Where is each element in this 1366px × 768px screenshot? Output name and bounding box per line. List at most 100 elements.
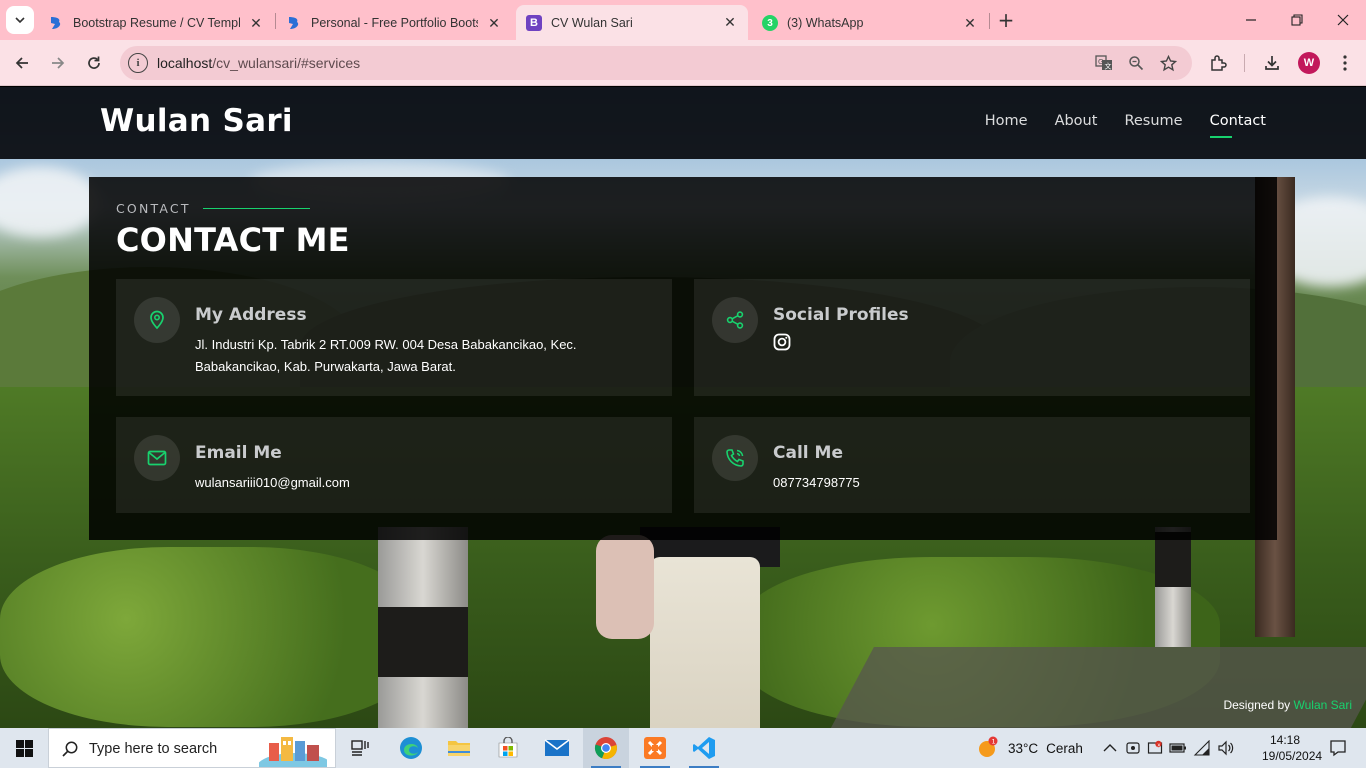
tab-cv-wulan-sari[interactable]: B CV Wulan Sari ✕ <box>516 5 748 40</box>
new-tab-button[interactable]: + <box>994 8 1018 32</box>
forward-button[interactable] <box>43 48 73 78</box>
wifi-icon[interactable] <box>1193 740 1211 756</box>
taskbar-file-explorer[interactable] <box>436 728 482 768</box>
minimize-icon <box>1246 19 1256 21</box>
security-alert-icon[interactable]: x <box>1147 740 1163 756</box>
main-nav: Home About Resume Contact <box>985 113 1266 138</box>
social-heading: Social Profiles <box>773 305 909 325</box>
section-title: CONTACT ME <box>116 221 350 259</box>
folder-icon <box>448 741 470 756</box>
address-bar[interactable]: i localhost/cv_wulansari/#services 文G <box>120 46 1192 80</box>
address-text: Jl. Industri Kp. Tabrik 2 RT.009 RW. 004… <box>195 337 577 374</box>
credits-link[interactable]: Wulan Sari <box>1294 698 1352 712</box>
svg-text:文: 文 <box>1105 62 1112 71</box>
nav-home[interactable]: Home <box>985 113 1028 129</box>
battery-icon[interactable] <box>1169 741 1187 755</box>
bootstrap-b-icon <box>286 15 302 31</box>
phone-heading: Call Me <box>773 443 843 463</box>
site-logo[interactable]: Wulan Sari <box>100 103 293 139</box>
nav-resume[interactable]: Resume <box>1124 113 1182 129</box>
restore-icon <box>1291 14 1303 26</box>
translate-icon[interactable]: 文G <box>1094 53 1114 73</box>
site-header: Wulan Sari Home About Resume Contact <box>0 87 1366 159</box>
browser-tab-strip: Bootstrap Resume / CV Templat ✕ Personal… <box>0 0 1366 40</box>
weather-widget[interactable]: 1 33°C Cerah <box>976 728 1083 768</box>
mail-icon <box>544 739 570 756</box>
reload-icon <box>88 56 100 69</box>
taskbar-store[interactable] <box>485 728 531 768</box>
arrow-right-icon <box>52 57 65 69</box>
url-text[interactable]: localhost/cv_wulansari/#services <box>157 55 360 71</box>
tab-bootstrap-resume[interactable]: Bootstrap Resume / CV Templat ✕ <box>38 6 274 40</box>
reload-button[interactable] <box>79 48 109 78</box>
chevron-up-icon[interactable] <box>1100 738 1120 758</box>
site-info-icon[interactable]: i <box>128 53 148 73</box>
svg-text:1: 1 <box>992 738 996 746</box>
page-viewport: Wulan Sari Home About Resume Contact CON… <box>0 87 1366 728</box>
start-button[interactable] <box>0 728 48 768</box>
taskbar-clock[interactable]: 14:18 19/05/2024 <box>1262 732 1323 764</box>
taskbar-search[interactable]: Type here to search <box>48 728 336 768</box>
tab-personal-portfolio[interactable]: Personal - Free Portfolio Bootst ✕ <box>276 6 512 40</box>
clock-date: 19/05/2024 <box>1262 749 1323 763</box>
instagram-icon[interactable] <box>773 333 791 351</box>
email-box: Email Me wulansariii010@gmail.com <box>116 417 672 513</box>
tab-title: Bootstrap Resume / CV Templat <box>73 16 240 30</box>
close-icon[interactable]: ✕ <box>248 15 264 31</box>
tab-divider <box>989 13 990 29</box>
taskbar-xampp[interactable] <box>632 728 678 768</box>
taskbar-edge[interactable] <box>388 728 434 768</box>
more-vert-icon[interactable] <box>1334 52 1356 74</box>
phone-text[interactable]: 087734798775 <box>773 472 1193 494</box>
tab-whatsapp[interactable]: 3 (3) WhatsApp ✕ <box>752 6 988 40</box>
nav-about[interactable]: About <box>1055 113 1098 129</box>
tab-title: (3) WhatsApp <box>787 16 864 30</box>
bootstrap-icon: B <box>526 14 542 31</box>
share-icon <box>712 297 758 343</box>
tab-search-button[interactable] <box>6 6 34 34</box>
email-heading: Email Me <box>195 443 282 463</box>
xampp-icon <box>644 737 666 759</box>
system-tray: x <box>1100 728 1235 768</box>
task-view-button[interactable] <box>337 728 383 768</box>
email-text[interactable]: wulansariii010@gmail.com <box>195 472 615 494</box>
back-button[interactable] <box>7 48 37 78</box>
section-subtitle: CONTACT <box>116 201 310 216</box>
close-icon[interactable]: ✕ <box>962 15 978 31</box>
bookmark-star-icon[interactable] <box>1158 53 1178 73</box>
address-heading: My Address <box>195 305 307 325</box>
search-icon <box>62 741 78 757</box>
svg-text:G: G <box>1098 58 1103 66</box>
weather-condition: Cerah <box>1046 740 1083 756</box>
social-box: Social Profiles <box>694 279 1250 396</box>
profile-avatar[interactable]: W <box>1298 52 1320 74</box>
nav-contact[interactable]: Contact <box>1209 113 1266 138</box>
extensions-icon[interactable] <box>1207 52 1229 74</box>
clock-time: 14:18 <box>1269 733 1301 747</box>
taskbar-mail[interactable] <box>534 728 580 768</box>
close-icon[interactable]: ✕ <box>722 14 738 31</box>
chevron-down-icon <box>15 17 25 24</box>
notification-center-button[interactable] <box>1318 728 1358 768</box>
meet-now-icon[interactable] <box>1125 740 1141 756</box>
browser-toolbar: i localhost/cv_wulansari/#services 文G W <box>0 40 1366 86</box>
bootstrap-b-icon <box>48 15 64 31</box>
map-pin-icon <box>134 297 180 343</box>
store-icon <box>498 737 518 758</box>
zoom-icon[interactable] <box>1126 53 1146 73</box>
restore-button[interactable] <box>1274 0 1320 40</box>
close-icon <box>1337 14 1349 26</box>
close-window-button[interactable] <box>1320 0 1366 40</box>
taskbar-chrome[interactable] <box>583 728 629 768</box>
vscode-icon <box>693 737 715 759</box>
tab-title: CV Wulan Sari <box>551 15 633 30</box>
taskbar-vscode[interactable] <box>681 728 727 768</box>
close-icon[interactable]: ✕ <box>486 15 502 31</box>
minimize-button[interactable] <box>1228 0 1274 40</box>
phone-box: Call Me 087734798775 <box>694 417 1250 513</box>
weather-sun-icon: 1 <box>979 736 998 757</box>
volume-icon[interactable] <box>1217 740 1235 756</box>
download-icon[interactable] <box>1261 52 1283 74</box>
whatsapp-icon: 3 <box>762 15 778 31</box>
task-view-icon <box>351 740 369 756</box>
